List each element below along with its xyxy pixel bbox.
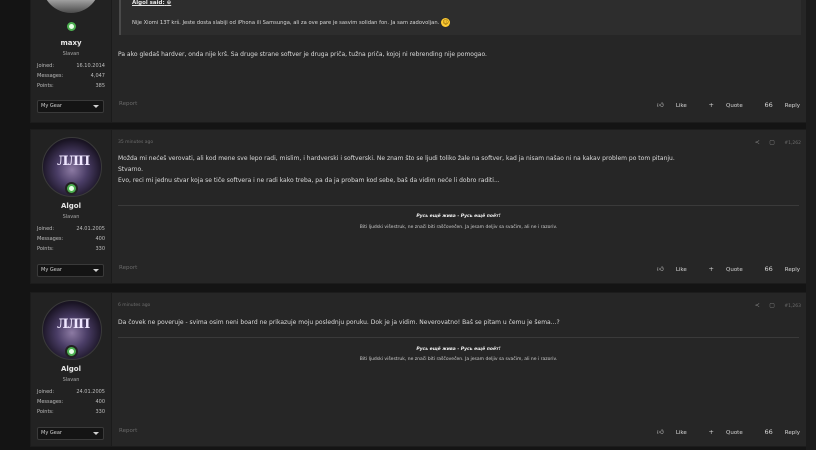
quote-author-link[interactable]: Algol said: ⊕ bbox=[132, 0, 171, 6]
stat-points: Points: 330 bbox=[37, 409, 105, 415]
post-number[interactable]: #1,263 bbox=[784, 304, 801, 309]
post-actions: 👍︎ Like + Quote 66 Reply bbox=[637, 101, 800, 109]
stat-messages: Messages: 400 bbox=[37, 399, 105, 405]
post-meta: ≺ ▢ #1,263 bbox=[747, 302, 801, 309]
reply-quote-icon: 66 bbox=[764, 101, 773, 109]
user-title: Slavan bbox=[62, 214, 80, 220]
stat-joined: Joined: 16.10.2014 bbox=[37, 63, 105, 69]
username[interactable]: Algol bbox=[31, 365, 111, 373]
signature-line-2: Biti ljudski višestruk, ne znači biti ra… bbox=[359, 225, 558, 230]
stat-joined: Joined: 24.01.2005 bbox=[37, 226, 105, 232]
my-gear-dropdown[interactable]: My Gear bbox=[37, 264, 104, 277]
quote-button[interactable]: + Quote bbox=[699, 101, 743, 109]
share-icon[interactable]: ≺ bbox=[755, 302, 760, 309]
post-meta: ≺ ▢ #1,262 bbox=[747, 139, 801, 146]
share-icon[interactable]: ≺ bbox=[755, 139, 760, 146]
avatar-image: ЛЛП bbox=[57, 154, 90, 169]
reply-quote-icon: 66 bbox=[764, 265, 773, 273]
post-timestamp[interactable]: 35 minutes ago bbox=[118, 140, 153, 145]
username[interactable]: maxy bbox=[31, 39, 111, 47]
thumbs-up-icon: 👍︎ bbox=[657, 101, 664, 109]
signature-divider bbox=[118, 337, 799, 338]
report-link[interactable]: Report bbox=[119, 101, 137, 107]
bookmark-icon[interactable]: ▢ bbox=[769, 302, 775, 309]
signature-divider bbox=[118, 205, 799, 206]
report-link[interactable]: Report bbox=[119, 265, 137, 271]
my-gear-dropdown[interactable]: My Gear bbox=[37, 427, 104, 440]
report-link[interactable]: Report bbox=[119, 428, 137, 434]
post-actions: 👍︎ Like + Quote 66 Reply bbox=[637, 428, 800, 436]
chevron-down-icon bbox=[93, 269, 99, 272]
post-body: Pa ako gledaš hardver, onda nije krš. Sa… bbox=[118, 51, 487, 58]
stat-points: Points: 330 bbox=[37, 246, 105, 252]
reply-quote-icon: 66 bbox=[764, 428, 773, 436]
quote-block: Algol said: ⊕ Nije Xiomi 13T krš. Jeste … bbox=[119, 0, 801, 35]
post-user-panel: ЛЛП Algol Slavan Joined: 24.01.2005 Messa… bbox=[31, 293, 112, 446]
online-status-icon bbox=[65, 182, 78, 195]
reply-button[interactable]: 66 Reply bbox=[754, 101, 800, 109]
like-button[interactable]: 👍︎ Like bbox=[647, 265, 687, 273]
quote-button[interactable]: + Quote bbox=[699, 265, 743, 273]
avatar-image: ЛЛП bbox=[57, 317, 90, 332]
post-algol-1263: ЛЛП Algol Slavan Joined: 24.01.2005 Messa… bbox=[30, 292, 808, 447]
avatar[interactable] bbox=[42, 0, 100, 13]
stat-joined: Joined: 24.01.2005 bbox=[37, 389, 105, 395]
quote-text: Nije Xiomi 13T krš. Jeste dosta slabiji … bbox=[132, 18, 451, 27]
arrow-up-circle-icon[interactable]: ⊕ bbox=[167, 0, 172, 6]
stat-messages: Messages: 400 bbox=[37, 236, 105, 242]
reply-button[interactable]: 66 Reply bbox=[754, 428, 800, 436]
online-status-icon bbox=[65, 20, 78, 33]
chevron-down-icon bbox=[93, 432, 99, 435]
my-gear-dropdown[interactable]: My Gear bbox=[37, 100, 104, 113]
username[interactable]: Algol bbox=[31, 202, 111, 210]
like-button[interactable]: 👍︎ Like bbox=[647, 101, 687, 109]
signature-line-1: Русь ещё жива - Русь ещё поёт! bbox=[416, 347, 501, 352]
post-user-panel: ЛЛП Algol Slavan Joined: 24.01.2005 Messa… bbox=[31, 130, 112, 283]
plus-icon: + bbox=[708, 265, 714, 273]
post-algol-1262: ЛЛП Algol Slavan Joined: 24.01.2005 Messa… bbox=[30, 129, 808, 284]
plus-icon: + bbox=[708, 101, 714, 109]
stat-points: Points: 385 bbox=[37, 83, 105, 89]
post-maxy: maxy Slavan Joined: 16.10.2014 Messages: 4… bbox=[30, 0, 808, 123]
post-user-panel: maxy Slavan Joined: 16.10.2014 Messages: 4… bbox=[31, 0, 112, 122]
post-body: Možda mi nećeš verovati, ali kod mene sv… bbox=[118, 155, 675, 184]
reply-button[interactable]: 66 Reply bbox=[754, 265, 800, 273]
scrollbar[interactable] bbox=[806, 0, 816, 450]
bookmark-icon[interactable]: ▢ bbox=[769, 139, 775, 146]
smiley-icon: ☺ bbox=[441, 18, 451, 27]
user-title: Slavan bbox=[62, 377, 80, 383]
signature-line-2: Biti ljudski višestruk, ne znači biti ra… bbox=[359, 357, 558, 362]
user-title: Slavan bbox=[62, 51, 80, 57]
chevron-down-icon bbox=[93, 105, 99, 108]
plus-icon: + bbox=[708, 428, 714, 436]
post-number[interactable]: #1,262 bbox=[784, 141, 801, 146]
stat-messages: Messages: 4,047 bbox=[37, 73, 105, 79]
like-button[interactable]: 👍︎ Like bbox=[647, 428, 687, 436]
thumbs-up-icon: 👍︎ bbox=[657, 265, 664, 273]
quote-button[interactable]: + Quote bbox=[699, 428, 743, 436]
post-timestamp[interactable]: 6 minutes ago bbox=[118, 303, 150, 308]
online-status-icon bbox=[65, 345, 78, 358]
signature-line-1: Русь ещё жива - Русь ещё поёт! bbox=[416, 214, 501, 219]
post-actions: 👍︎ Like + Quote 66 Reply bbox=[637, 265, 800, 273]
post-body: Da čovek ne poveruje - svima osim neni b… bbox=[118, 319, 560, 326]
thumbs-up-icon: 👍︎ bbox=[657, 428, 664, 436]
